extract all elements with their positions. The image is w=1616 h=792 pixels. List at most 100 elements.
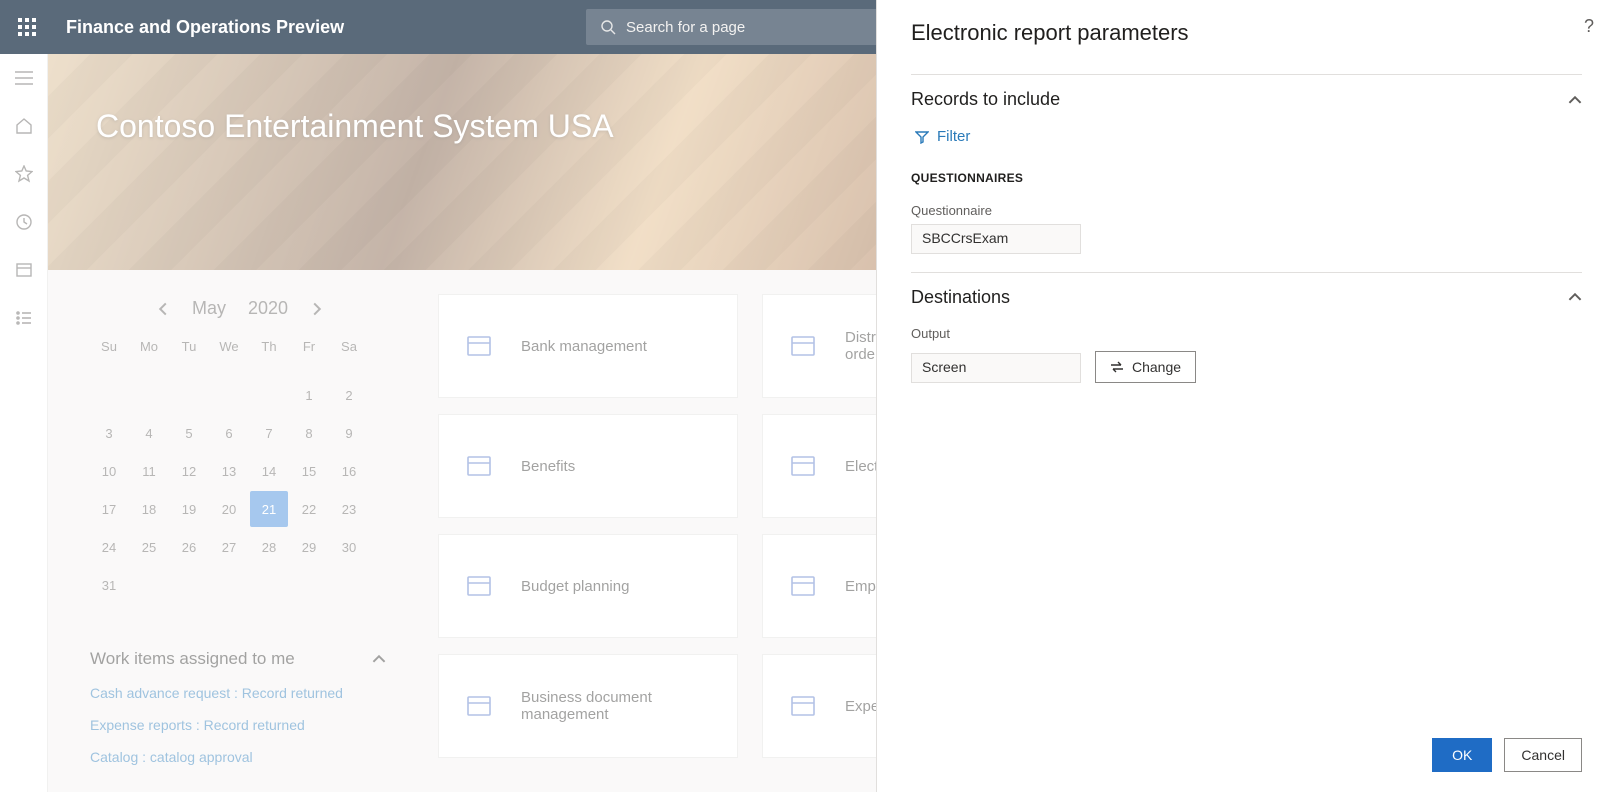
ok-button[interactable]: OK: [1432, 738, 1492, 772]
calendar-day[interactable]: 11: [130, 453, 168, 489]
chevron-up-icon: [1568, 93, 1582, 107]
workspace-tile[interactable]: Benefits: [438, 414, 738, 518]
panel-title: Electronic report parameters: [911, 20, 1582, 46]
calendar-day[interactable]: 3: [90, 415, 128, 451]
home-icon[interactable]: [14, 116, 34, 136]
workitems-heading[interactable]: Work items assigned to me: [90, 649, 390, 669]
workspace-tile[interactable]: Budget planning: [438, 534, 738, 638]
calendar-day[interactable]: 18: [130, 491, 168, 527]
chevron-up-icon: [372, 652, 386, 666]
calendar-day[interactable]: 16: [330, 453, 368, 489]
calendar-day[interactable]: 15: [290, 453, 328, 489]
output-field[interactable]: Screen: [911, 353, 1081, 383]
calendar-day[interactable]: 31: [90, 567, 128, 603]
workspace-tile[interactable]: Bank management: [438, 294, 738, 398]
calendar-grid[interactable]: SuMoTuWeThFrSa12345678910111213141516171…: [90, 339, 390, 603]
calendar-header: May 2020: [90, 298, 390, 319]
tile-label: Bank management: [521, 338, 647, 355]
section-records: Records to include Filter QUESTIONNAIRES…: [911, 74, 1582, 272]
calendar-day[interactable]: 23: [330, 491, 368, 527]
questionnaire-field-label: Questionnaire: [911, 203, 1582, 218]
calendar-day: [210, 377, 248, 413]
calendar-day[interactable]: 10: [90, 453, 128, 489]
chevron-up-icon: [1568, 290, 1582, 304]
change-button[interactable]: Change: [1095, 351, 1196, 383]
section-records-header[interactable]: Records to include: [911, 89, 1582, 110]
calendar-day: [290, 567, 328, 603]
calendar-month: May: [192, 298, 226, 319]
questionnaires-label: QUESTIONNAIRES: [911, 171, 1582, 185]
calendar-day[interactable]: 21: [250, 491, 288, 527]
tile-label: Business document management: [521, 689, 713, 723]
chevron-right-icon[interactable]: [310, 302, 324, 316]
swap-icon: [1110, 361, 1124, 373]
calendar-day[interactable]: 14: [250, 453, 288, 489]
calendar-day: [250, 377, 288, 413]
calendar-day: [210, 567, 248, 603]
calendar-day[interactable]: 25: [130, 529, 168, 565]
calendar-day[interactable]: 19: [170, 491, 208, 527]
calendar-day[interactable]: 29: [290, 529, 328, 565]
calendar-day[interactable]: 20: [210, 491, 248, 527]
tile-label: Benefits: [521, 458, 575, 475]
calendar-day[interactable]: 8: [290, 415, 328, 451]
calendar-day: [170, 377, 208, 413]
workspace-icon[interactable]: [14, 260, 34, 280]
calendar-day[interactable]: 13: [210, 453, 248, 489]
calendar-dow: Th: [250, 339, 288, 375]
calendar-day[interactable]: 24: [90, 529, 128, 565]
calendar-day[interactable]: 27: [210, 529, 248, 565]
workitem-link[interactable]: Catalog : catalog approval: [90, 749, 390, 765]
calendar-day[interactable]: 12: [170, 453, 208, 489]
calendar-day: [330, 567, 368, 603]
workspace-tile[interactable]: Business document management: [438, 654, 738, 758]
calendar-year: 2020: [248, 298, 288, 319]
calendar-day: [130, 567, 168, 603]
calendar-day[interactable]: 22: [290, 491, 328, 527]
calendar-day[interactable]: 6: [210, 415, 248, 451]
chevron-left-icon[interactable]: [156, 302, 170, 316]
cancel-button[interactable]: Cancel: [1504, 738, 1582, 772]
calendar-day[interactable]: 5: [170, 415, 208, 451]
search-placeholder: Search for a page: [626, 19, 745, 36]
calendar-day[interactable]: 9: [330, 415, 368, 451]
calendar-day[interactable]: 17: [90, 491, 128, 527]
modules-icon[interactable]: [14, 308, 34, 328]
parameters-panel: ? Electronic report parameters Records t…: [876, 0, 1616, 792]
workitem-link[interactable]: Cash advance request : Record returned: [90, 685, 390, 701]
section-destinations: Destinations Output Screen Change: [911, 272, 1582, 401]
calendar-day[interactable]: 1: [290, 377, 328, 413]
search-icon: [600, 19, 616, 35]
clock-icon[interactable]: [14, 212, 34, 232]
help-icon[interactable]: ?: [1584, 16, 1594, 37]
calendar-day: [130, 377, 168, 413]
output-label: Output: [911, 326, 1582, 341]
app-launcher-icon[interactable]: [0, 0, 54, 54]
questionnaire-field[interactable]: SBCCrsExam: [911, 224, 1081, 254]
calendar-dow: Tu: [170, 339, 208, 375]
calendar-day: [90, 377, 128, 413]
calendar-day: [170, 567, 208, 603]
filter-icon: [915, 130, 929, 144]
filter-button[interactable]: Filter: [915, 128, 970, 145]
calendar-dow: Fr: [290, 339, 328, 375]
calendar-dow: We: [210, 339, 248, 375]
hamburger-icon[interactable]: [14, 68, 34, 88]
calendar-day: [250, 567, 288, 603]
calendar-day[interactable]: 4: [130, 415, 168, 451]
calendar-dow: Mo: [130, 339, 168, 375]
star-icon[interactable]: [14, 164, 34, 184]
calendar-day[interactable]: 28: [250, 529, 288, 565]
app-title: Finance and Operations Preview: [66, 17, 344, 38]
workitem-link[interactable]: Expense reports : Record returned: [90, 717, 390, 733]
calendar-dow: Su: [90, 339, 128, 375]
section-destinations-header[interactable]: Destinations: [911, 287, 1582, 308]
calendar-day[interactable]: 30: [330, 529, 368, 565]
calendar-day[interactable]: 2: [330, 377, 368, 413]
left-rail: [0, 54, 48, 792]
calendar-day[interactable]: 26: [170, 529, 208, 565]
calendar-day[interactable]: 7: [250, 415, 288, 451]
tile-label: Budget planning: [521, 578, 629, 595]
company-name: Contoso Entertainment System USA: [96, 108, 614, 145]
calendar-dow: Sa: [330, 339, 368, 375]
